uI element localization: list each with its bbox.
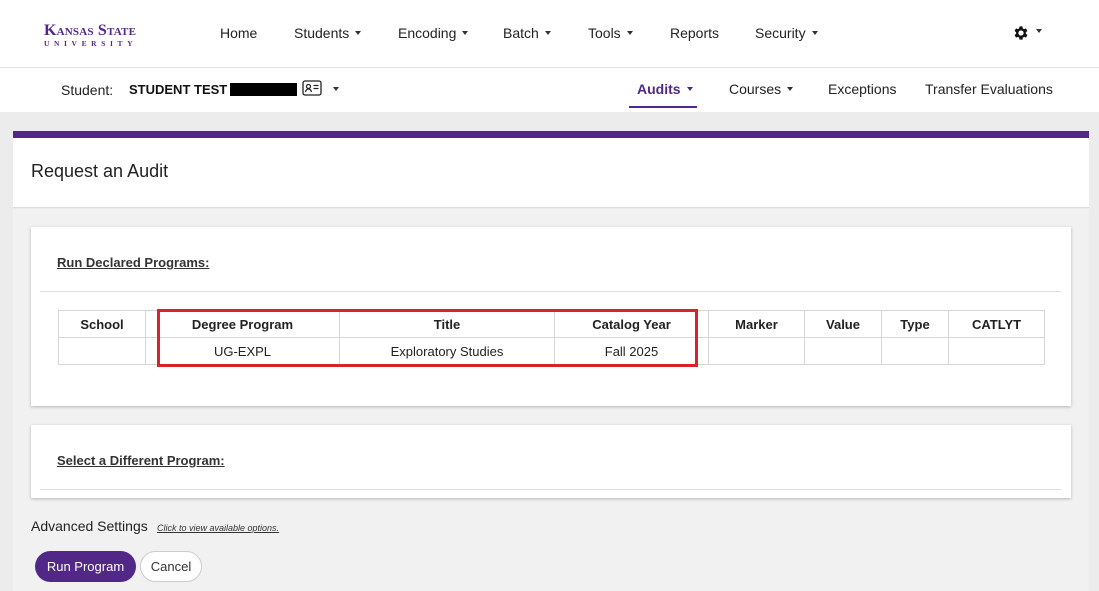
page-title: Request an Audit (31, 161, 169, 181)
table-cell (804, 337, 882, 365)
nav-reports[interactable]: Reports (670, 25, 719, 41)
nav-security[interactable]: Security (755, 25, 818, 41)
logo-line1: Kansas State (44, 22, 137, 39)
chevron-down-icon (811, 31, 818, 36)
nav-encoding-label: Encoding (398, 25, 457, 41)
tab-audits-label: Audits (637, 81, 681, 97)
nav-students[interactable]: Students (294, 25, 362, 41)
advanced-settings-label: Advanced Settings (31, 518, 148, 534)
declared-programs-title[interactable]: Run Declared Programs: (57, 255, 209, 270)
chevron-down-icon (787, 87, 794, 92)
different-program-card: Select a Different Program: (31, 425, 1071, 498)
column-header: School (58, 310, 146, 338)
nav-tools-label: Tools (588, 25, 621, 41)
column-header: Marker (708, 310, 805, 338)
chevron-down-icon (355, 31, 362, 36)
chevron-down-icon (544, 31, 551, 36)
nav-tools[interactable]: Tools (588, 25, 633, 41)
tab-courses-label: Courses (729, 81, 782, 97)
nav-home[interactable]: Home (220, 25, 257, 41)
settings-chevron-down-icon[interactable] (1036, 29, 1042, 33)
table-cell (58, 337, 146, 365)
chevron-down-icon (686, 87, 693, 92)
logo-line2: UNIVERSITY (44, 39, 138, 48)
nav-batch[interactable]: Batch (503, 25, 551, 41)
table-cell (708, 337, 805, 365)
tab-exceptions-label: Exceptions (828, 81, 897, 97)
panel-accent-bar (13, 131, 1089, 138)
highlight-box (157, 309, 698, 367)
table-cell (948, 337, 1045, 365)
column-header: Type (881, 310, 949, 338)
column-header: CATLYT (948, 310, 1045, 338)
advanced-settings-link[interactable]: Click to view available options. (157, 523, 279, 533)
chevron-down-icon (462, 31, 469, 36)
nav-home-label: Home (220, 25, 258, 41)
redacted-student-id (230, 83, 297, 96)
student-name: STUDENT TEST / (129, 82, 235, 97)
run-program-button[interactable]: Run Program (35, 551, 136, 582)
student-chevron-down-icon[interactable] (333, 87, 339, 91)
gear-icon[interactable] (1011, 24, 1031, 42)
divider (40, 291, 1061, 292)
tab-courses[interactable]: Courses (729, 81, 794, 97)
tab-exceptions[interactable]: Exceptions (828, 81, 896, 97)
nav-encoding[interactable]: Encoding (398, 25, 469, 41)
nav-batch-label: Batch (503, 25, 539, 41)
student-subnav: Student: STUDENT TEST / Audits Courses E… (0, 68, 1099, 112)
nav-security-label: Security (755, 25, 806, 41)
tab-audits[interactable]: Audits (637, 81, 693, 97)
different-program-title[interactable]: Select a Different Program: (57, 453, 225, 468)
tab-transfer-evaluations[interactable]: Transfer Evaluations (925, 81, 1053, 97)
top-navbar: Kansas State UNIVERSITY Home Students En… (0, 0, 1099, 68)
cancel-button[interactable]: Cancel (140, 551, 202, 582)
chevron-down-icon (626, 31, 633, 36)
table-cell (881, 337, 949, 365)
active-tab-indicator (629, 106, 697, 108)
student-label: Student: (61, 82, 114, 98)
divider (40, 489, 1061, 490)
nav-students-label: Students (294, 25, 350, 41)
panel-header: Request an Audit (13, 138, 1089, 208)
column-header: Value (804, 310, 882, 338)
id-card-icon[interactable] (302, 80, 322, 96)
tab-transfer-evaluations-label: Transfer Evaluations (925, 81, 1053, 97)
ksu-logo[interactable]: Kansas State UNIVERSITY (44, 23, 137, 48)
nav-reports-label: Reports (670, 25, 720, 41)
